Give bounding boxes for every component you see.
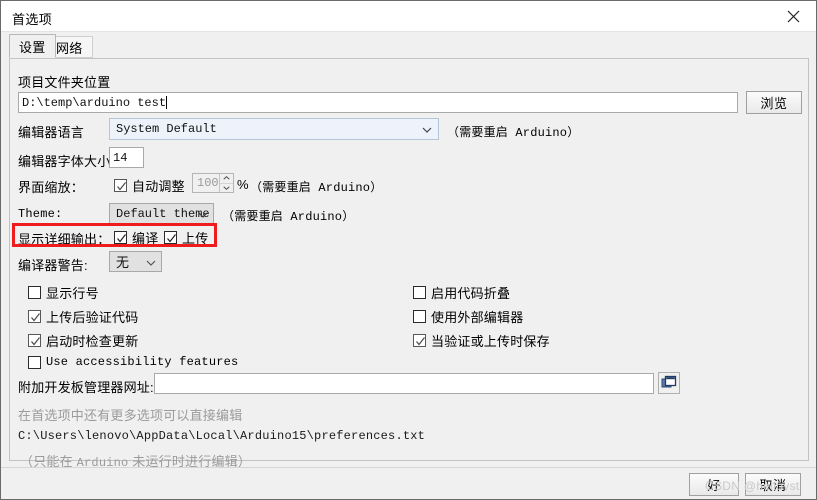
settings-panel: 项目文件夹位置 D:\temp\arduino test 浏览 编辑器语言 Sy… <box>9 58 809 470</box>
interface-scale-note: （需要重启 Arduino） <box>250 181 383 195</box>
show-line-numbers-label: 显示行号 <box>46 286 99 301</box>
interface-scale-label: 界面缩放： <box>18 180 85 195</box>
stepper-down-icon[interactable] <box>220 184 233 193</box>
text-caret <box>166 96 168 109</box>
checkbox-box <box>164 231 177 244</box>
code-folding-label: 启用代码折叠 <box>431 286 511 301</box>
board-manager-urls-label: 附加开发板管理器网址: <box>18 380 154 395</box>
chevron-down-icon <box>198 212 208 218</box>
prefs-hint-line1: 在首选项中还有更多选项可以直接编辑 <box>18 408 243 423</box>
editor-font-size-label: 编辑器字体大小 <box>18 154 111 169</box>
save-on-verify-upload-label: 当验证或上传时保存 <box>431 334 550 349</box>
check-updates-on-start-label: 启动时检查更新 <box>46 334 139 349</box>
check-updates-on-start-checkbox[interactable]: 启动时检查更新 <box>28 331 138 350</box>
browse-button[interactable]: 浏览 <box>746 91 802 114</box>
verify-after-upload-label: 上传后验证代码 <box>46 310 139 325</box>
editor-language-label: 编辑器语言 <box>18 125 85 140</box>
external-editor-label: 使用外部编辑器 <box>431 310 524 325</box>
preferences-dialog: 首选项 设置 网络 项目文件夹位置 D:\temp\arduino test 浏… <box>0 0 817 500</box>
title-bar: 首选项 <box>1 1 816 32</box>
check-icon <box>30 335 41 350</box>
auto-scale-checkbox[interactable]: 自动调整 <box>114 176 185 195</box>
close-icon[interactable] <box>770 1 816 31</box>
check-icon <box>116 180 127 195</box>
theme-note: （需要重启 Arduino） <box>222 210 355 224</box>
tab-network-label: 网络 <box>56 40 83 56</box>
checkbox-box <box>413 310 426 323</box>
code-folding-checkbox[interactable]: 启用代码折叠 <box>413 283 510 302</box>
tab-strip: 设置 网络 <box>1 32 816 58</box>
checkbox-box <box>28 310 41 323</box>
prefs-path-line: C:\Users\lenovo\AppData\Local\Arduino15\… <box>18 429 426 443</box>
checkbox-box <box>28 355 41 369</box>
theme-label: Theme: <box>18 207 63 221</box>
compiler-warnings-select[interactable]: 无 <box>109 251 162 272</box>
check-icon <box>30 311 41 326</box>
sketchbook-location-label: 项目文件夹位置 <box>18 75 111 90</box>
verbose-compile-label: 编译 <box>132 231 159 246</box>
check-icon <box>116 232 127 247</box>
check-icon <box>415 335 426 350</box>
checkbox-box <box>413 334 426 347</box>
theme-value: Default theme <box>116 206 210 221</box>
show-line-numbers-checkbox[interactable]: 显示行号 <box>28 283 99 302</box>
verbose-upload-checkbox[interactable]: 上传 <box>164 228 208 247</box>
save-on-verify-upload-checkbox[interactable]: 当验证或上传时保存 <box>413 331 550 350</box>
dialog-footer: 好 取消 <box>1 467 816 499</box>
check-icon <box>166 232 177 247</box>
editor-font-size-value: 14 <box>113 150 128 165</box>
compiler-warnings-label: 编译器警告: <box>18 258 88 273</box>
accessibility-features-checkbox[interactable]: Use accessibility features <box>28 355 238 369</box>
chevron-down-icon <box>422 127 432 133</box>
scale-percent-suffix: % <box>237 177 249 192</box>
sketchbook-path-input[interactable]: D:\temp\arduino test <box>18 92 738 113</box>
checkbox-box <box>114 231 127 244</box>
scale-percent-stepper[interactable]: 100 <box>192 173 234 193</box>
compiler-warnings-value: 无 <box>116 255 130 270</box>
auto-scale-label: 自动调整 <box>132 179 185 194</box>
csdn-watermark: CSDN @hellovst <box>705 479 800 493</box>
editor-language-select[interactable]: System Default <box>109 118 439 140</box>
chevron-down-icon <box>146 260 156 266</box>
theme-select[interactable]: Default theme <box>109 203 214 224</box>
checkbox-box <box>413 286 426 299</box>
verbose-upload-label: 上传 <box>182 231 209 246</box>
verbose-compile-checkbox[interactable]: 编译 <box>114 228 158 247</box>
window-duplicate-icon[interactable] <box>658 372 680 394</box>
verify-after-upload-checkbox[interactable]: 上传后验证代码 <box>28 307 138 326</box>
editor-language-value: System Default <box>116 122 217 136</box>
verbose-output-label: 显示详细输出： <box>18 232 111 247</box>
checkbox-box <box>114 179 127 192</box>
stepper-up-icon[interactable] <box>220 174 233 184</box>
browse-button-label: 浏览 <box>760 96 788 111</box>
checkbox-box <box>28 334 41 347</box>
window-title: 首选项 <box>12 12 53 27</box>
checkbox-box <box>28 286 41 299</box>
scale-percent-value: 100 <box>197 176 219 190</box>
sketchbook-path-value: D:\temp\arduino test <box>22 95 167 110</box>
external-editor-checkbox[interactable]: 使用外部编辑器 <box>413 307 523 326</box>
board-manager-urls-input[interactable] <box>154 373 654 394</box>
tab-settings[interactable]: 设置 <box>9 34 56 58</box>
tab-settings-label: 设置 <box>19 39 46 55</box>
accessibility-features-label: Use accessibility features <box>46 355 239 369</box>
editor-language-note: （需要重启 Arduino） <box>447 126 580 140</box>
editor-font-size-input[interactable]: 14 <box>109 147 144 168</box>
stepper-buttons[interactable] <box>219 174 233 192</box>
